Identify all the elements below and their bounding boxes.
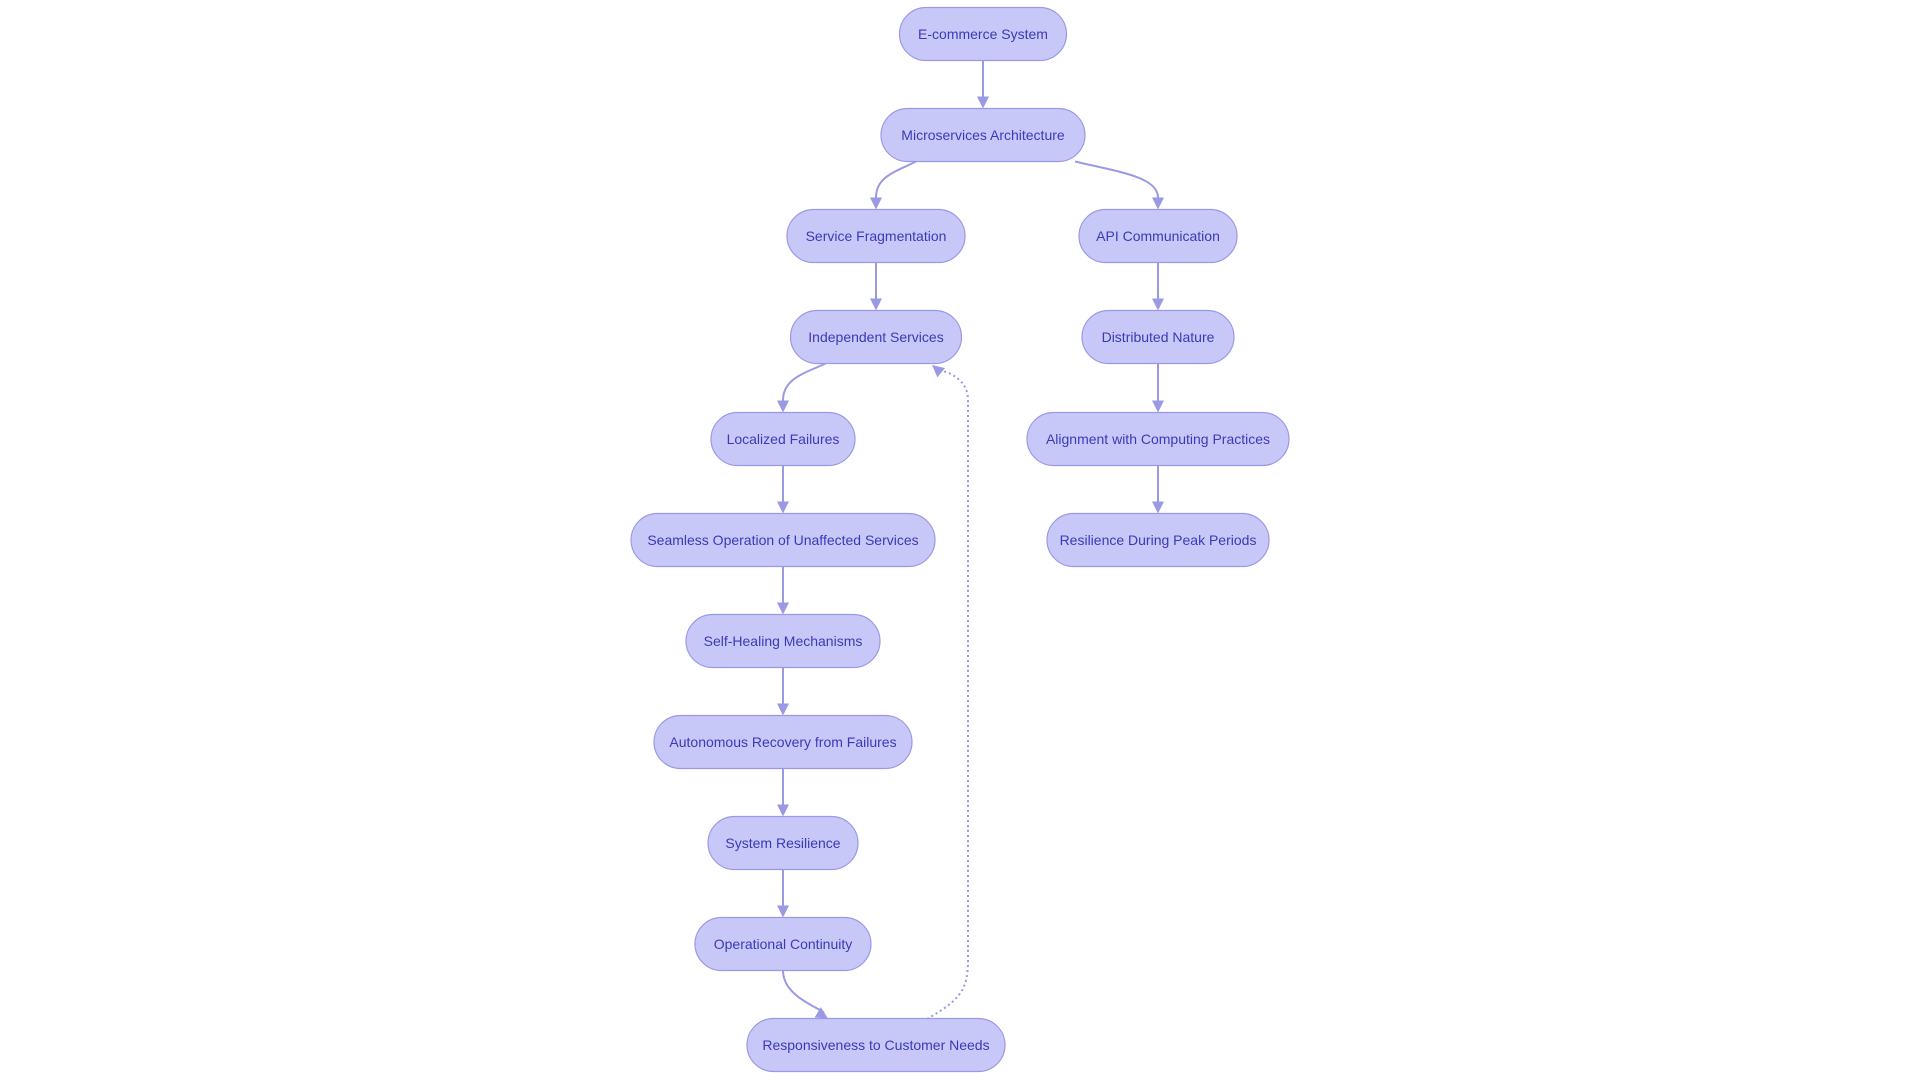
- node-label: Localized Failures: [727, 431, 840, 447]
- edge-o-to-e-arrowhead: [932, 365, 946, 378]
- node-label: Seamless Operation of Unaffected Service…: [647, 532, 918, 548]
- edge-i-to-k-arrowhead: [777, 602, 789, 615]
- node-label: API Communication: [1096, 228, 1220, 244]
- node-alignment-with-computing-practices: Alignment with Computing Practices: [1026, 411, 1290, 467]
- node-label: Resilience During Peak Periods: [1060, 532, 1257, 548]
- nodes-layer: E-commerce System Microservices Architect…: [630, 6, 1290, 1073]
- node-label: Responsiveness to Customer Needs: [762, 1037, 989, 1053]
- edge-b-to-d-arrowhead: [1152, 197, 1164, 210]
- node-label: System Resilience: [725, 835, 840, 851]
- node-label: Microservices Architecture: [901, 127, 1065, 143]
- edge-a-to-b-arrowhead: [977, 96, 989, 109]
- edge-b-to-c-arrowhead: [870, 197, 882, 210]
- edge-e-to-g: [782, 362, 826, 401]
- edge-l-to-m-arrowhead: [777, 804, 789, 817]
- node-service-fragmentation: Service Fragmentation: [786, 208, 966, 264]
- node-api-communication: API Communication: [1078, 208, 1238, 264]
- edge-h-to-j-arrowhead: [1152, 501, 1164, 514]
- edge-b-to-c: [875, 160, 917, 198]
- edge-n-to-o: [782, 970, 825, 1014]
- edge-e-to-g-arrowhead: [777, 400, 789, 413]
- node-microservices-architecture: Microservices Architecture: [880, 107, 1086, 163]
- node-label: Alignment with Computing Practices: [1046, 431, 1270, 447]
- flowchart-canvas: E-commerce System Microservices Architect…: [630, 6, 1290, 1073]
- edge-d-to-f-arrowhead: [1152, 298, 1164, 311]
- edge-k-to-l-arrowhead: [777, 703, 789, 716]
- node-label: Distributed Nature: [1102, 329, 1215, 345]
- node-seamless-operation-of-unaffected-services: Seamless Operation of Unaffected Service…: [630, 512, 936, 568]
- node-label: Operational Continuity: [714, 936, 853, 952]
- edge-o-to-e: [926, 368, 969, 1020]
- node-responsiveness-to-customer-needs: Responsiveness to Customer Needs: [746, 1017, 1006, 1073]
- node-label: Autonomous Recovery from Failures: [669, 734, 896, 750]
- node-label: Independent Services: [808, 329, 943, 345]
- edge-f-to-h-arrowhead: [1152, 400, 1164, 413]
- node-label: Service Fragmentation: [806, 228, 947, 244]
- node-autonomous-recovery-from-failures: Autonomous Recovery from Failures: [653, 714, 913, 770]
- node-self-healing-mechanisms: Self-Healing Mechanisms: [685, 613, 881, 669]
- node-e-commerce-system: E-commerce System: [898, 6, 1068, 62]
- edge-c-to-e-arrowhead: [870, 298, 882, 311]
- node-label: Self-Healing Mechanisms: [704, 633, 863, 649]
- node-independent-services: Independent Services: [789, 309, 963, 365]
- node-system-resilience: System Resilience: [707, 815, 859, 871]
- edge-b-to-d: [1074, 160, 1159, 198]
- node-distributed-nature: Distributed Nature: [1081, 309, 1235, 365]
- edge-g-to-i-arrowhead: [777, 501, 789, 514]
- node-label: E-commerce System: [918, 26, 1048, 42]
- node-localized-failures: Localized Failures: [710, 411, 856, 467]
- node-resilience-during-peak-periods: Resilience During Peak Periods: [1046, 512, 1270, 568]
- edge-m-to-n-arrowhead: [777, 905, 789, 918]
- node-operational-continuity: Operational Continuity: [694, 916, 872, 972]
